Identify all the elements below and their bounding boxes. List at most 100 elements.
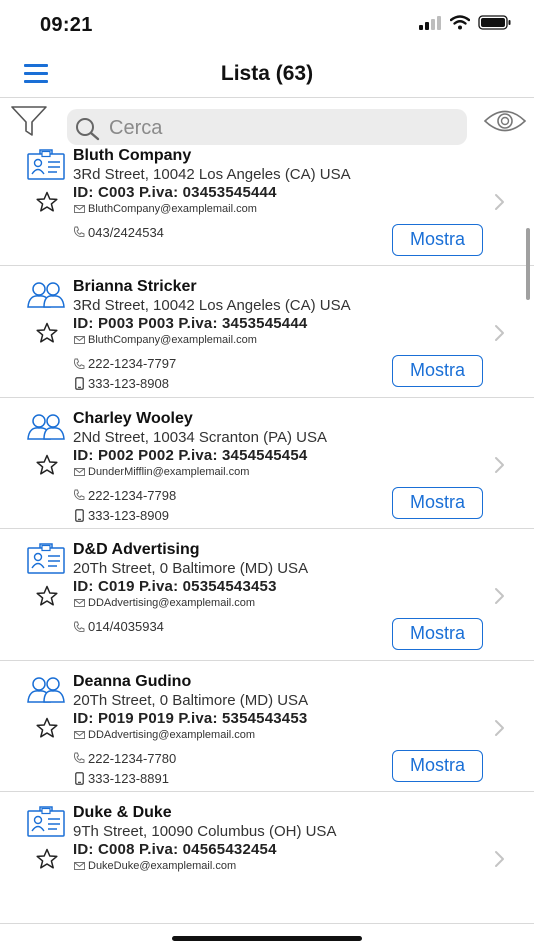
scrollbar[interactable] (526, 228, 530, 300)
contact-email: DunderMifflin@examplemail.com (73, 466, 249, 478)
mail-icon (73, 204, 85, 213)
mobile-text: 333-123-8909 (88, 507, 169, 523)
list-item[interactable]: Deanna Gudino 20Th Street, 0 Baltimore (M… (0, 661, 534, 792)
email-text: BluthCompany@examplemail.com (88, 202, 257, 215)
contact-address: 9Th Street, 10090 Columbus (OH) USA (73, 823, 337, 840)
contact-id-vat: ID: P003 P003 P.iva: 3453545444 (73, 315, 308, 332)
contact-phone: 222-1234-7780 (73, 751, 176, 766)
status-bar: 09:21 (0, 0, 534, 52)
contact-name: Deanna Gudino (73, 672, 192, 690)
contact-address: 2Nd Street, 10034 Scranton (PA) USA (73, 428, 328, 446)
chevron-right-icon[interactable] (494, 193, 506, 211)
contact-id-vat: ID: C019 P.iva: 05354543453 (73, 578, 277, 595)
contact-id-vat: ID: C003 P.iva: 03453545444 (73, 183, 277, 201)
contact-name: Brianna Stricker (73, 278, 197, 295)
chevron-right-icon[interactable] (494, 587, 506, 605)
mail-icon (73, 862, 85, 870)
list-item[interactable]: D&D Advertising 20Th Street, 0 Baltimore … (0, 529, 534, 661)
phone-text: 014/4035934 (88, 619, 164, 634)
phone-icon (73, 358, 85, 370)
show-button[interactable]: Mostra (392, 355, 483, 387)
filter-button[interactable] (10, 104, 48, 138)
star-icon[interactable] (36, 848, 58, 870)
page-title: Lista (63) (220, 62, 314, 85)
contact-phone: 222-1234-7797 (73, 356, 176, 371)
contact-address: 20Th Street, 0 Baltimore (MD) USA (73, 560, 309, 577)
contact-list: 0111/2438382MostraBluth Company3Rd Stree… (0, 142, 534, 950)
list-item[interactable]: Bluth Company 3Rd Street, 10042 Los Angel… (0, 142, 534, 266)
contact-list-content: 0111/2438382MostraBluth Company3Rd Stree… (0, 142, 534, 924)
email-text: DukeDuke@examplemail.com (88, 860, 237, 872)
list-item[interactable]: Charley Wooley 2Nd Street, 10034 Scranton… (0, 398, 534, 529)
star-icon[interactable] (36, 322, 58, 344)
people-icon (27, 411, 65, 443)
phone-text: 222-1234-7780 (88, 750, 177, 766)
star-icon[interactable] (36, 454, 58, 476)
mobile-icon (73, 377, 85, 390)
mail-icon (73, 467, 85, 476)
contact-phone: 043/2424534 (73, 225, 164, 240)
people-icon (27, 279, 65, 311)
status-icons (418, 15, 512, 30)
phone-text: 043/2424534 (88, 224, 164, 240)
status-time: 09:21 (40, 14, 93, 36)
list-item[interactable]: Duke & Duke 9Th Street, 10090 Columbus (O… (0, 792, 534, 924)
show-button[interactable]: Mostra (392, 486, 483, 519)
wifi-icon (450, 15, 470, 30)
nav-bar: Lista (63) (0, 52, 534, 98)
contact-id-vat: ID: C008 P.iva: 04565432454 (73, 841, 277, 858)
contact-email: DDAdvertising@examplemail.com (73, 729, 255, 741)
show-button[interactable]: Mostra (392, 749, 483, 782)
contact-name: Charley Wooley (73, 409, 193, 427)
contact-mobile: 333-123-8908 (73, 376, 169, 391)
chevron-right-icon[interactable] (494, 324, 506, 342)
contact-address: 3Rd Street, 10042 Los Angeles (CA) USA (73, 297, 351, 314)
battery-icon (478, 15, 511, 30)
chevron-right-icon[interactable] (494, 850, 506, 868)
search-icon (76, 118, 100, 141)
eye-icon (483, 110, 527, 132)
star-icon[interactable] (36, 585, 58, 607)
contact-id-vat: ID: P019 P019 P.iva: 5354543453 (73, 709, 308, 727)
cellular-signal-icon (419, 15, 441, 30)
mail-icon (73, 730, 85, 739)
show-button[interactable]: Mostra (392, 618, 483, 650)
email-text: DunderMifflin@examplemail.com (88, 465, 250, 478)
company-card-icon (27, 148, 65, 180)
mobile-text: 333-123-8908 (88, 376, 169, 391)
contact-phone: 014/4035934 (73, 619, 164, 634)
search-input[interactable]: Cerca (67, 109, 467, 145)
mail-icon (73, 336, 85, 344)
star-icon[interactable] (36, 191, 58, 213)
contact-mobile: 333-123-8909 (73, 508, 169, 523)
mobile-text: 333-123-8891 (88, 770, 169, 786)
show-button[interactable]: Mostra (392, 223, 483, 256)
phone-icon (73, 752, 85, 764)
mobile-icon (73, 771, 85, 785)
contact-email: DDAdvertising@examplemail.com (73, 597, 255, 609)
chevron-right-icon[interactable] (494, 719, 506, 737)
contact-phone: 222-1234-7798 (73, 488, 176, 503)
mail-icon (73, 599, 85, 607)
company-card-icon (27, 542, 65, 574)
contact-address: 3Rd Street, 10042 Los Angeles (CA) USA (73, 165, 351, 183)
contact-name: Bluth Company (73, 146, 192, 164)
chevron-right-icon[interactable] (494, 456, 506, 474)
list-item[interactable]: Brianna Stricker 3Rd Street, 10042 Los An… (0, 266, 534, 398)
home-indicator[interactable] (172, 936, 362, 941)
search-placeholder: Cerca (109, 117, 163, 139)
contact-name: D&D Advertising (73, 541, 200, 558)
star-icon[interactable] (36, 717, 58, 739)
email-text: DDAdvertising@examplemail.com (88, 728, 256, 741)
visibility-toggle-button[interactable] (482, 106, 528, 136)
contact-mobile: 333-123-8891 (73, 771, 169, 786)
company-card-icon (27, 805, 65, 837)
email-text: DDAdvertising@examplemail.com (88, 597, 256, 609)
mobile-icon (73, 508, 85, 522)
phone-icon (73, 226, 85, 238)
people-icon (27, 674, 65, 706)
contact-email: BluthCompany@examplemail.com (73, 334, 257, 346)
phone-text: 222-1234-7797 (88, 356, 177, 371)
contact-id-vat: ID: P002 P002 P.iva: 3454545454 (73, 446, 308, 464)
search-toolbar: Cerca (0, 100, 534, 146)
